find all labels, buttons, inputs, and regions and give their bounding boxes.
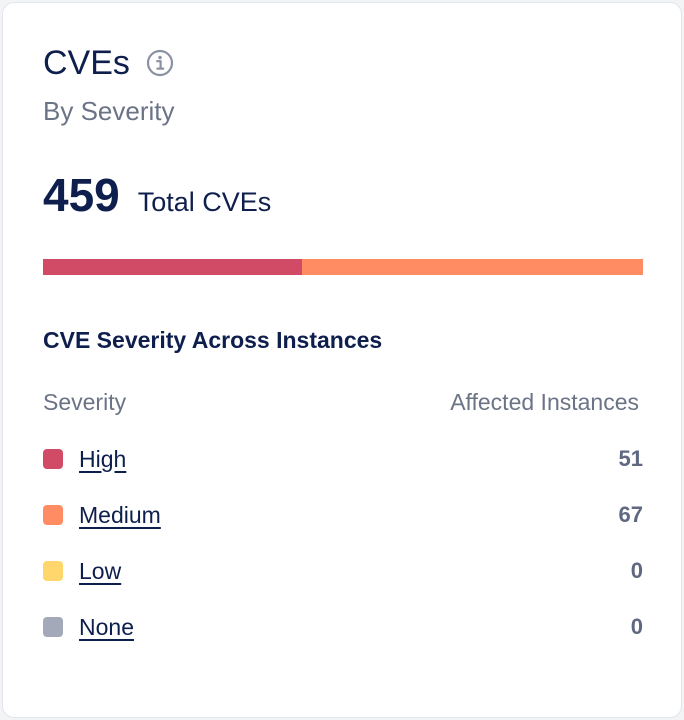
affected-count-low: 0 bbox=[630, 558, 643, 583]
card-title: CVEs bbox=[43, 44, 130, 82]
severity-distribution-bar bbox=[43, 259, 643, 275]
severity-swatch-high bbox=[43, 449, 63, 469]
severity-link-low[interactable]: Low bbox=[79, 558, 121, 585]
column-header-severity: Severity bbox=[43, 389, 127, 415]
severity-row-medium: Medium 67 bbox=[43, 487, 643, 543]
total-cves-label: Total CVEs bbox=[137, 187, 272, 217]
total-cves-value: 459 bbox=[43, 169, 120, 221]
section-title: CVE Severity Across Instances bbox=[43, 327, 383, 353]
severity-swatch-medium bbox=[43, 505, 63, 525]
card-subtitle: By Severity bbox=[43, 96, 175, 126]
severity-row-low: Low 0 bbox=[43, 543, 643, 599]
severity-bar-segment-medium bbox=[302, 259, 643, 275]
severity-row-high: High 51 bbox=[43, 431, 643, 487]
affected-count-high: 51 bbox=[618, 446, 643, 471]
severity-link-none[interactable]: None bbox=[79, 614, 134, 641]
column-header-affected-instances: Affected Instances bbox=[450, 389, 639, 415]
table-header: Severity Affected Instances bbox=[43, 387, 639, 417]
severity-list: High 51 Medium 67 Low 0 None 0 bbox=[43, 431, 643, 655]
cve-card: CVEs By Severity 459 Total CVEs CVE Seve… bbox=[2, 2, 682, 718]
severity-swatch-none bbox=[43, 617, 63, 637]
severity-link-medium[interactable]: Medium bbox=[79, 502, 161, 529]
severity-swatch-low bbox=[43, 561, 63, 581]
severity-link-high[interactable]: High bbox=[79, 446, 126, 473]
info-icon[interactable] bbox=[146, 49, 174, 77]
total-cves: 459 Total CVEs bbox=[43, 167, 271, 223]
affected-count-none: 0 bbox=[630, 614, 643, 639]
affected-count-medium: 67 bbox=[618, 502, 643, 527]
severity-row-none: None 0 bbox=[43, 599, 643, 655]
card-header: CVEs bbox=[43, 43, 174, 83]
severity-bar-segment-high bbox=[43, 259, 303, 275]
